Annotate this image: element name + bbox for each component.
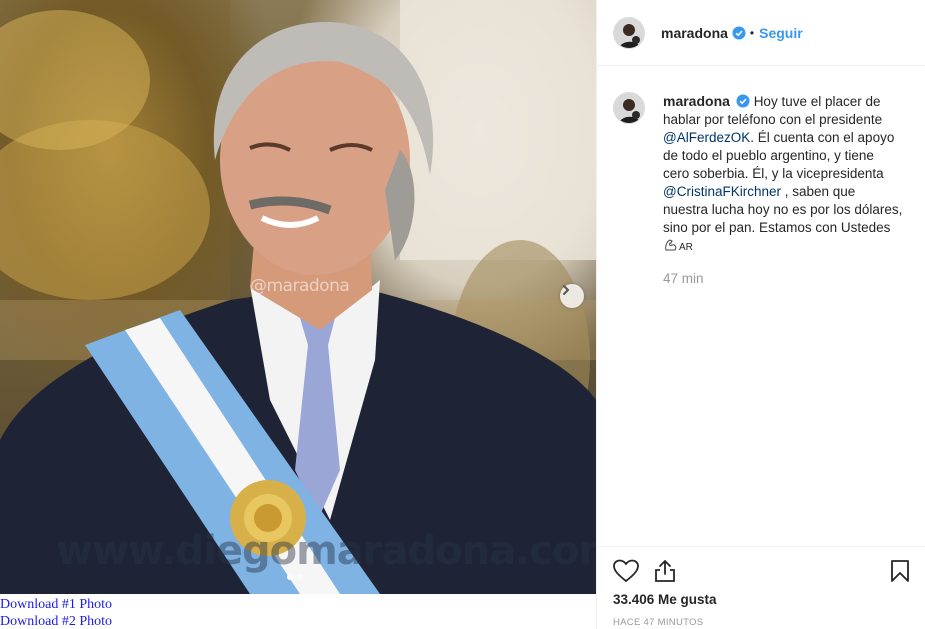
carousel-indicator	[287, 574, 303, 580]
save-button[interactable]	[890, 559, 910, 583]
download-photo-1-link[interactable]: Download #1 Photo	[0, 596, 112, 613]
caption-username[interactable]: maradona	[663, 93, 730, 109]
avatar[interactable]	[613, 16, 645, 49]
like-button[interactable]	[613, 559, 639, 583]
header-separator: •	[749, 25, 755, 40]
post-side-panel: maradona • Seguir maradona Hoy tuve el p…	[596, 0, 925, 629]
download-photo-2-link[interactable]: Download #2 Photo	[0, 613, 112, 629]
bookmark-icon	[891, 560, 909, 582]
avatar-image	[614, 17, 644, 48]
caption-time: 47 min	[663, 271, 704, 286]
likes-count[interactable]: 33.406 Me gusta	[597, 592, 925, 607]
follow-button[interactable]: Seguir	[759, 25, 803, 41]
photo-watermark-large: www.diegomaradona.com	[56, 528, 596, 574]
carousel-dot-active	[287, 574, 293, 580]
chevron-right-icon	[563, 285, 570, 295]
mention-link[interactable]: @CristinaFKirchner	[663, 184, 781, 199]
photo-illustration	[0, 0, 596, 594]
caption-body: maradona Hoy tuve el placer de hablar po…	[663, 92, 903, 288]
download-links: Download #1 Photo Download #2 Photo	[0, 596, 112, 629]
post-actions-section: 33.406 Me gusta HACE 47 MINUTOS	[597, 546, 925, 628]
heart-icon	[613, 559, 639, 583]
flag-emoji: AR	[679, 242, 693, 253]
post-header: maradona • Seguir	[597, 0, 925, 66]
carousel-dot	[297, 574, 303, 580]
caption-comment: maradona Hoy tuve el placer de hablar po…	[597, 66, 925, 288]
photo-watermark-small: @maradona	[250, 276, 350, 296]
avatar[interactable]	[613, 92, 645, 124]
post-timestamp: HACE 47 MINUTOS	[613, 617, 704, 628]
post-username[interactable]: maradona	[661, 25, 728, 41]
mention-link[interactable]: @AlFerdezOK	[663, 130, 750, 145]
verified-badge-icon	[732, 26, 746, 39]
share-button[interactable]	[653, 559, 677, 583]
avatar-image	[614, 93, 644, 123]
verified-badge-icon	[736, 94, 750, 108]
post-photo: @maradona www.diegomaradona.com	[0, 0, 596, 594]
flexed-biceps-icon	[665, 239, 677, 251]
action-bar	[597, 547, 925, 595]
carousel-next-button[interactable]	[560, 284, 584, 308]
share-icon	[655, 560, 675, 582]
